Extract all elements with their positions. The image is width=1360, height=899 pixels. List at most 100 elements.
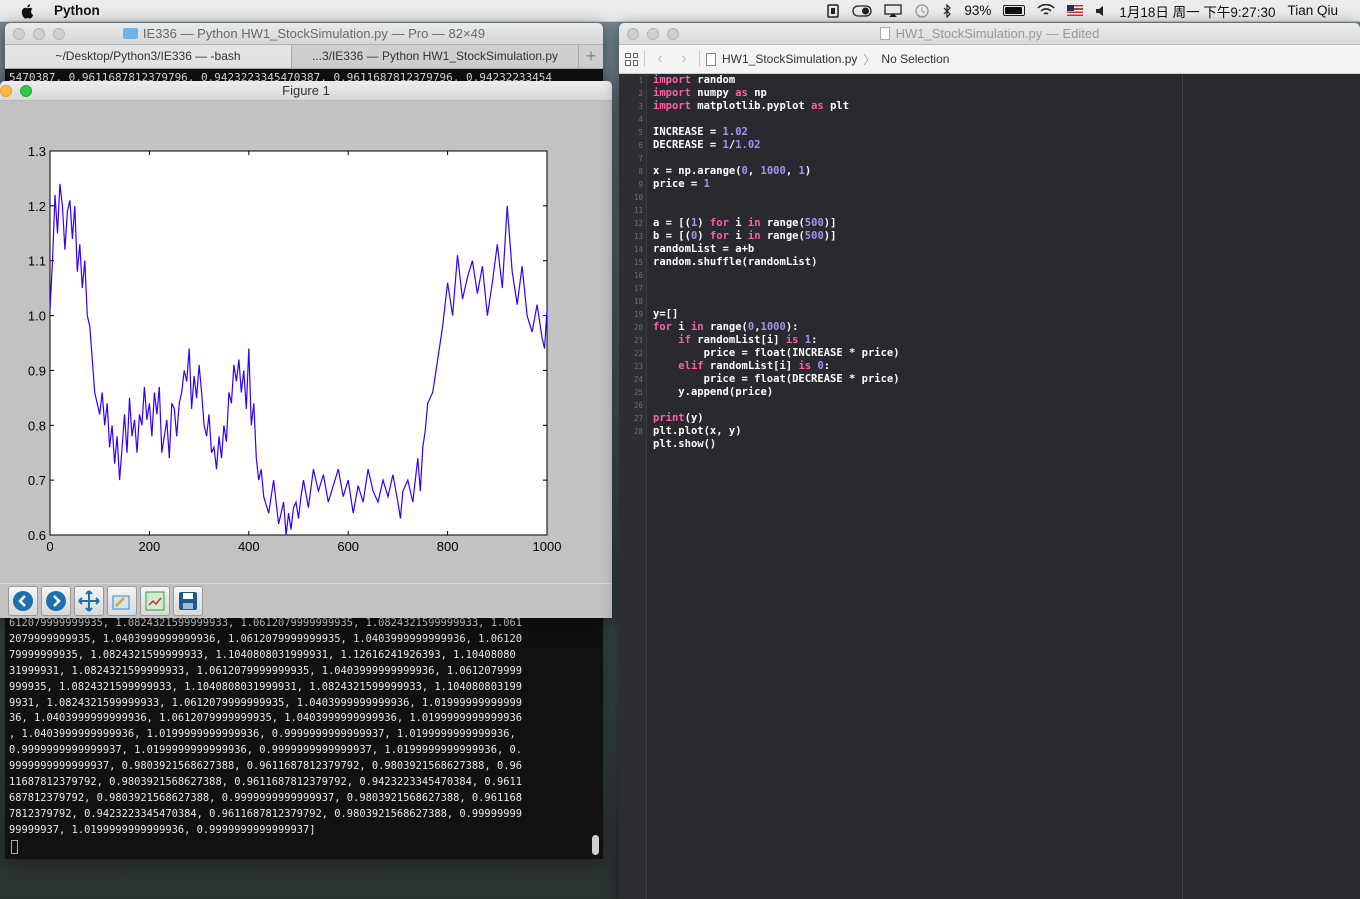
- figure-window: Figure 1 0 200 400 600 800 1000 0.6 0.7 0.8 0.9 1.…: [0, 81, 612, 618]
- terminal-cursor[interactable]: [11, 840, 18, 854]
- memory-icon[interactable]: [826, 3, 840, 18]
- code-line[interactable]: [653, 269, 900, 282]
- figure-titlebar[interactable]: Figure 1: [0, 81, 612, 101]
- wifi-icon[interactable]: [1037, 4, 1055, 17]
- minimize-button[interactable]: [33, 28, 45, 40]
- time-machine-icon[interactable]: [914, 3, 930, 19]
- code-editor[interactable]: import random import numpy as np import ma…: [653, 74, 900, 451]
- us-flag-icon[interactable]: [1067, 5, 1084, 16]
- y-tick-label: 1.0: [28, 309, 46, 324]
- code-line[interactable]: y.append(price): [653, 386, 900, 399]
- bluetooth-icon[interactable]: [942, 3, 952, 18]
- code-line[interactable]: price = float(INCREASE * price): [653, 347, 900, 360]
- clock[interactable]: 1月18日 周一 下午9:27:30: [1119, 1, 1275, 21]
- back-arrow-icon[interactable]: ‹: [651, 50, 669, 68]
- x-tick-label: 800: [437, 539, 459, 554]
- code-line[interactable]: randomList = a+b: [653, 243, 900, 256]
- terminal-tabs: ~/Desktop/Python3/IE336 — -bash ...3/IE3…: [5, 45, 603, 69]
- menu-bar: Python 93% 1月18日 周一 下午9:27:30 Tian Qiu: [0, 0, 1360, 22]
- user-name[interactable]: Tian Qiu: [1287, 3, 1338, 18]
- y-tick-label: 1.2: [28, 199, 46, 214]
- code-line[interactable]: import random: [653, 74, 900, 87]
- breadcrumb-file[interactable]: HW1_StockSimulation.py: [722, 52, 857, 66]
- minimize-button[interactable]: [0, 85, 12, 97]
- terminal-titlebar[interactable]: IE336 — Python HW1_StockSimulation.py — …: [5, 23, 603, 45]
- close-button[interactable]: [627, 28, 639, 40]
- code-line[interactable]: [653, 191, 900, 204]
- code-line[interactable]: for i in range(0,1000):: [653, 321, 900, 334]
- breadcrumb-selection[interactable]: No Selection: [881, 52, 949, 66]
- related-items-icon[interactable]: [625, 52, 638, 66]
- x-tick-label: 400: [238, 539, 260, 554]
- folder-icon: [122, 28, 138, 39]
- y-tick-label: 1.3: [28, 144, 46, 159]
- document-icon: [879, 27, 890, 40]
- figure-toolbar: [0, 583, 612, 617]
- airplay-icon[interactable]: [884, 3, 903, 18]
- apple-icon[interactable]: [20, 3, 36, 19]
- battery-percent: 93%: [964, 3, 992, 18]
- code-line[interactable]: INCREASE = 1.02: [653, 126, 900, 139]
- code-line[interactable]: import numpy as np: [653, 87, 900, 100]
- code-line[interactable]: [653, 282, 900, 295]
- plot-area: [49, 150, 548, 536]
- editor-title: HW1_StockSimulation.py — Edited: [895, 26, 1100, 41]
- toggle-icon[interactable]: [852, 4, 873, 17]
- zoom-button[interactable]: [20, 85, 32, 97]
- code-line[interactable]: x = np.arange(0, 1000, 1): [653, 165, 900, 178]
- volume-icon[interactable]: [1095, 5, 1107, 17]
- y-tick-label: 0.7: [28, 473, 46, 488]
- new-tab-button[interactable]: +: [579, 45, 603, 68]
- code-line[interactable]: print(y): [653, 412, 900, 425]
- divider: [644, 51, 645, 67]
- figure-title: Figure 1: [282, 83, 330, 98]
- battery-icon[interactable]: [1003, 5, 1026, 16]
- code-line[interactable]: a = [(1) for i in range(500)]: [653, 217, 900, 230]
- app-name-menu[interactable]: Python: [54, 3, 100, 18]
- tab-bash[interactable]: ~/Desktop/Python3/IE336 — -bash: [5, 45, 292, 68]
- code-line[interactable]: b = [(0) for i in range(500)]: [653, 230, 900, 243]
- code-line[interactable]: [653, 399, 900, 412]
- code-line[interactable]: DECREASE = 1/1.02: [653, 139, 900, 152]
- code-line[interactable]: elif randomList[i] is 0:: [653, 360, 900, 373]
- code-line[interactable]: if randomList[i] is 1:: [653, 334, 900, 347]
- scrollbar-thumb[interactable]: [592, 835, 599, 855]
- x-tick-label: 1000: [533, 539, 562, 554]
- zoom-icon[interactable]: [107, 585, 137, 616]
- close-button[interactable]: [13, 28, 25, 40]
- code-line[interactable]: [653, 113, 900, 126]
- tab-python[interactable]: ...3/IE336 — Python HW1_StockSimulation.…: [292, 45, 579, 68]
- y-tick-label: 0.8: [28, 418, 46, 433]
- zoom-button[interactable]: [667, 28, 679, 40]
- pan-icon[interactable]: [74, 585, 104, 616]
- code-line[interactable]: random.shuffle(randomList): [653, 256, 900, 269]
- minimize-button[interactable]: [647, 28, 659, 40]
- zoom-button[interactable]: [53, 28, 65, 40]
- terminal-title: IE336 — Python HW1_StockSimulation.py — …: [142, 26, 486, 41]
- code-line[interactable]: import matplotlib.pyplot as plt: [653, 100, 900, 113]
- python-file-icon: [706, 52, 716, 66]
- code-line[interactable]: price = 1: [653, 178, 900, 191]
- save-icon[interactable]: [173, 585, 203, 616]
- back-icon[interactable]: [8, 585, 38, 616]
- code-line[interactable]: plt.plot(x, y): [653, 425, 900, 438]
- forward-icon[interactable]: [41, 585, 71, 616]
- subplots-icon[interactable]: [140, 585, 170, 616]
- x-tick-label: 0: [46, 539, 53, 554]
- code-line[interactable]: y=[]: [653, 308, 900, 321]
- code-line[interactable]: plt.show(): [653, 438, 900, 451]
- code-line[interactable]: [653, 152, 900, 165]
- code-line[interactable]: price = float(DECREASE * price): [653, 373, 900, 386]
- code-line[interactable]: [653, 204, 900, 217]
- line-chart[interactable]: 0 200 400 600 800 1000 0.6 0.7 0.8 0.9 1.0 1.1 1.2 1.…: [0, 101, 612, 583]
- forward-arrow-icon[interactable]: ›: [675, 50, 693, 68]
- code-line[interactable]: [653, 295, 900, 308]
- jump-bar: ‹ › HW1_StockSimulation.py 〉 No Selectio…: [619, 45, 1360, 74]
- y-tick-label: 0.9: [28, 363, 46, 378]
- line-numbers: 1 2 3 4 5 6 7 8 9 10 11 12 13 14 15 16 1…: [633, 76, 643, 436]
- editor-titlebar[interactable]: HW1_StockSimulation.py — Edited: [619, 23, 1360, 45]
- editor-window: HW1_StockSimulation.py — Edited ‹ › HW1_…: [619, 23, 1360, 899]
- y-tick-label: 0.6: [28, 528, 46, 543]
- y-tick-label: 1.1: [28, 254, 46, 269]
- breadcrumb-chevron-icon: 〉: [863, 52, 876, 67]
